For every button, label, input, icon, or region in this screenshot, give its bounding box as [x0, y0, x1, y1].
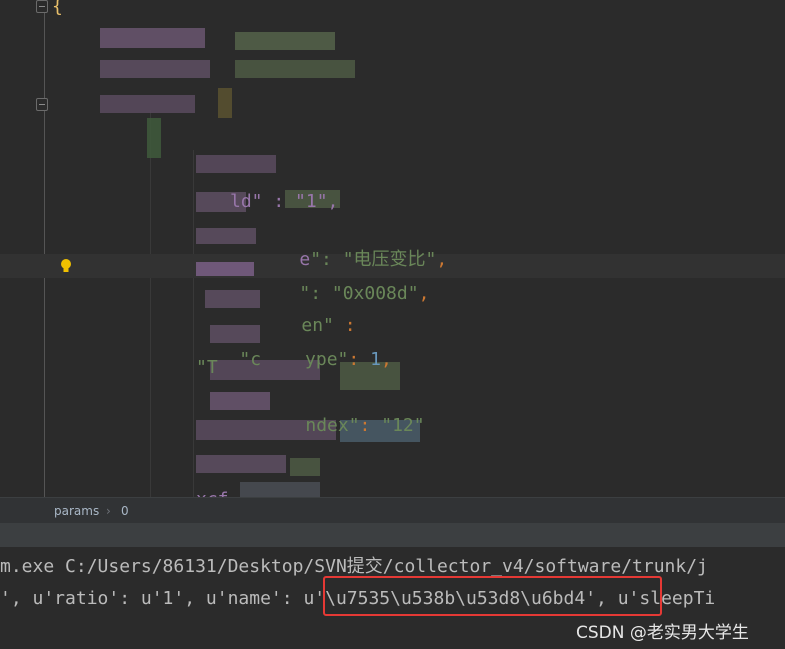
- key-fragment: "c: [239, 349, 262, 370]
- lightbulb-icon[interactable]: [60, 258, 72, 274]
- indent-guide: [193, 150, 194, 497]
- breadcrumb: params › 0: [0, 497, 785, 524]
- comma: ,: [418, 283, 430, 304]
- colon: :: [359, 415, 382, 436]
- redacted-block: [196, 262, 254, 276]
- colon: :: [348, 349, 371, 370]
- fold-marker-icon[interactable]: [36, 98, 48, 111]
- highlight-box: [323, 576, 662, 616]
- fold-marker-icon[interactable]: [36, 0, 48, 13]
- redacted-block: [240, 482, 320, 497]
- code-line-index: ndex": "12": [262, 390, 425, 462]
- watermark: CSDN @老实男大学生: [576, 623, 749, 643]
- breadcrumb-item-params[interactable]: params: [54, 504, 99, 518]
- comma: ,: [380, 349, 392, 370]
- indent-guide: [150, 110, 151, 497]
- redacted-block: [196, 228, 256, 244]
- redacted-block: [147, 118, 161, 158]
- chevron-right-icon: ›: [106, 504, 111, 518]
- redacted-block: [100, 28, 205, 48]
- gutter-divider: [44, 0, 45, 497]
- redacted-block: [205, 290, 260, 308]
- code-editor[interactable]: { ld" : "1", e": "电压变比", ": "0x008d", en…: [0, 0, 785, 510]
- breadcrumb-item-index[interactable]: 0: [121, 504, 129, 518]
- panel-splitter[interactable]: [0, 523, 785, 547]
- redacted-block: [218, 88, 232, 118]
- code-line-partial: ld" : "1",: [230, 191, 339, 212]
- redacted-block: [196, 155, 276, 173]
- output-prefix: ', u'ratio': u'1', u'name':: [0, 588, 304, 609]
- comma: ,: [436, 249, 448, 270]
- redacted-block: [100, 95, 195, 113]
- key-fragment: ype": [305, 349, 349, 370]
- key-fragment: ndex": [305, 415, 360, 436]
- number-value: 1: [370, 349, 381, 370]
- code-line-partial: "T: [196, 357, 218, 378]
- redacted-block: [100, 60, 210, 78]
- open-brace: {: [52, 0, 63, 17]
- string-value: "12": [381, 415, 425, 436]
- redacted-block: [235, 32, 335, 50]
- code-line-type: "c ype": 1,: [196, 324, 392, 396]
- redacted-block: [235, 60, 355, 78]
